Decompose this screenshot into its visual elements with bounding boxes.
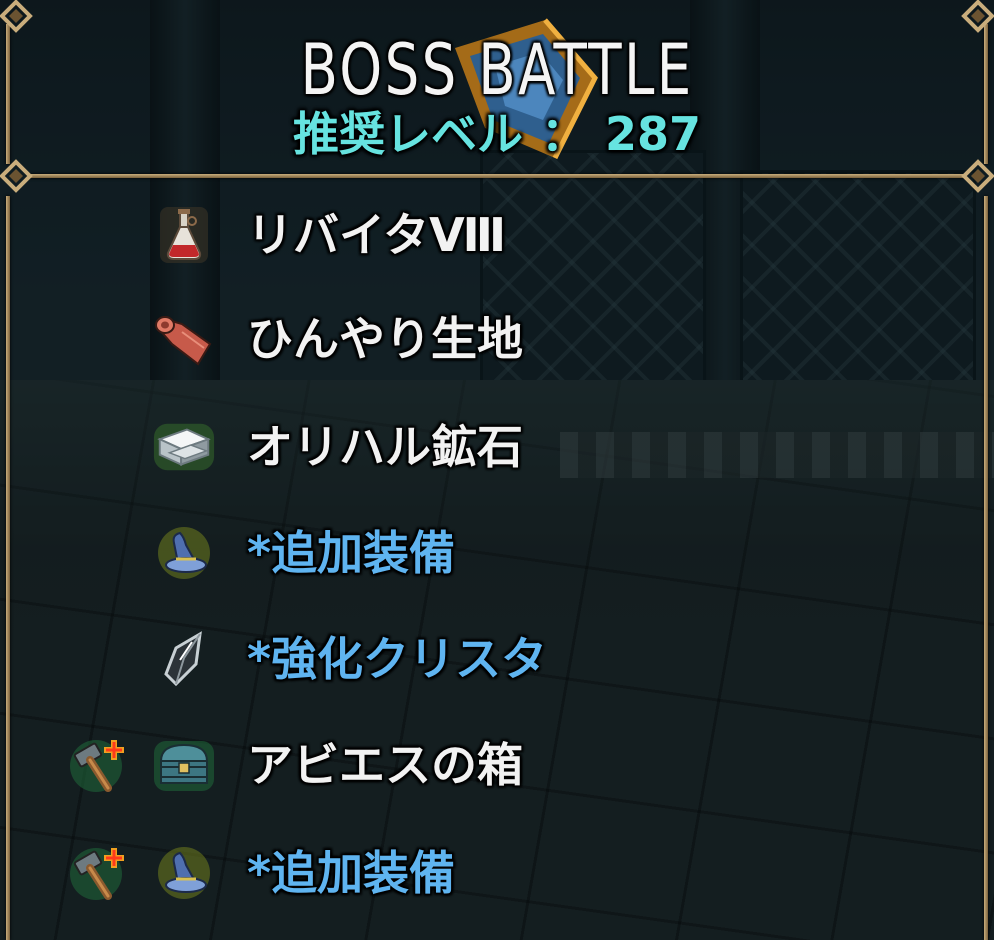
drop-item-name: オリハル鉱石 [247,420,523,474]
drop-item-row[interactable]: オリハル鉱石 [0,402,994,492]
wizard-hat-icon [152,521,216,585]
recommended-level: 推奨レベル ： 287 [0,106,994,162]
ore-ingot-icon [152,415,216,479]
drop-item-row[interactable]: *強化クリスタ [0,614,994,704]
wizard-hat-icon [152,841,216,905]
recommended-level-label: 推奨レベル [292,107,523,161]
treasure-chest-icon [152,733,216,797]
recommended-level-separator: ： [540,107,587,161]
recommended-level-value: 287 [604,107,702,161]
drop-item-row[interactable]: アビエスの箱 [0,720,994,810]
drop-item-name: *強化クリスタ [247,632,548,686]
crystal-shard-icon [152,627,216,691]
drop-item-row[interactable]: ひんやり生地 [0,294,994,384]
drop-item-name: *追加装備 [247,846,456,900]
drop-item-row[interactable]: *追加装備 [0,828,994,918]
bonus-hammer-icon [66,841,130,905]
potion-flask-icon [152,203,216,267]
drop-item-row[interactable]: *追加装備 [0,508,994,598]
drop-item-name: アビエスの箱 [247,738,523,792]
bonus-hammer-icon [66,733,130,797]
drop-item-row[interactable]: リバイタⅧ [0,190,994,280]
drop-item-name: *追加装備 [247,526,456,580]
drop-item-name: リバイタⅧ [247,208,507,262]
boss-battle-title: BOSS BATTLE [300,29,694,111]
boss-battle-header: BOSS BATTLE 推奨レベル ： 287 [0,0,994,178]
drop-item-name: ひんやり生地 [247,312,523,366]
cloth-scroll-icon [152,307,216,371]
